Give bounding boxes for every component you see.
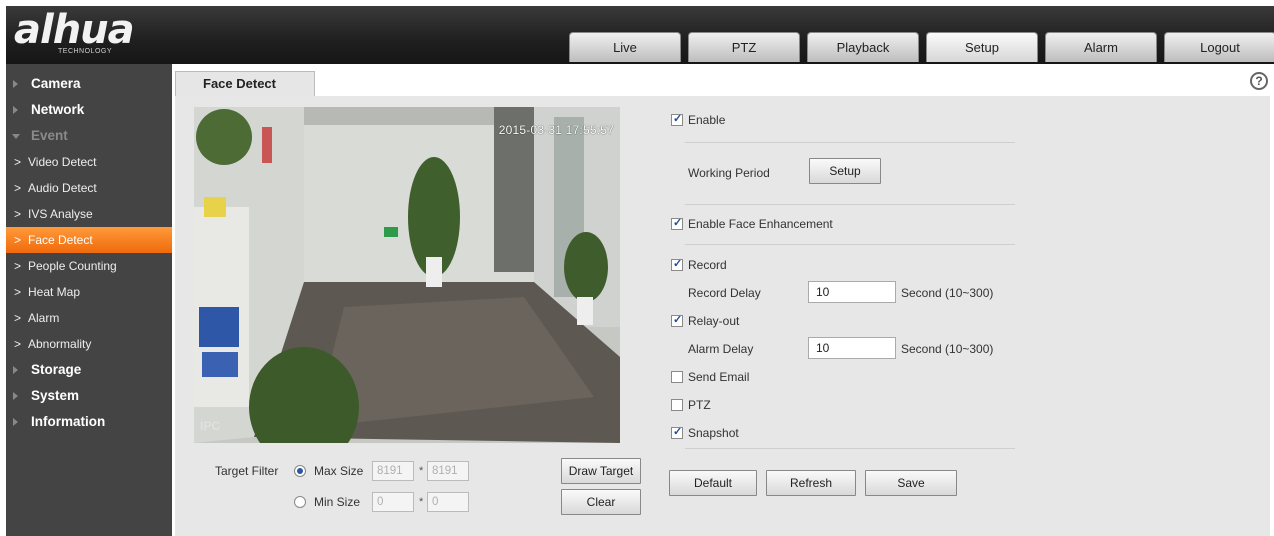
tab-alarm[interactable]: Alarm — [1045, 32, 1157, 62]
collapsed-arrow-icon — [13, 106, 18, 114]
main-panel: Face Detect ? 2015-03-31 17:55:57 IPC Ta… — [172, 64, 1274, 536]
sidebar-item-event[interactable]: Event — [6, 123, 172, 149]
chevron-right-icon: > — [14, 311, 22, 325]
top-bar: alhua TECHNOLOGY Live PTZ Playback Setup… — [6, 6, 1274, 64]
enable-label: Enable — [688, 113, 726, 127]
tab-playback[interactable]: Playback — [807, 32, 919, 62]
save-button[interactable]: Save — [865, 470, 957, 496]
min-size-label: Min Size — [314, 495, 361, 509]
record-checkbox[interactable] — [671, 257, 683, 271]
sidebar-item-label: Camera — [31, 76, 81, 91]
record-delay-label: Record Delay — [688, 286, 761, 300]
working-period-label: Working Period — [688, 166, 770, 180]
divider — [685, 204, 1015, 205]
enable-checkbox[interactable] — [671, 112, 683, 126]
collapsed-arrow-icon — [13, 80, 18, 88]
relay-out-label: Relay-out — [688, 314, 740, 328]
sidebar-subitem-abnormality[interactable]: > Abnormality — [6, 331, 172, 357]
video-timestamp: 2015-03-31 17:55:57 — [498, 123, 614, 137]
sidebar-item-information[interactable]: Information — [6, 409, 172, 435]
size-separator: * — [419, 465, 424, 477]
sidebar: Camera Network Event > Video Detect > Audi… — [6, 64, 172, 536]
max-size-radio[interactable] — [294, 465, 306, 477]
relay-out-checkbox[interactable] — [671, 313, 683, 327]
clear-button[interactable]: Clear — [561, 489, 641, 515]
sidebar-item-storage[interactable]: Storage — [6, 357, 172, 383]
send-email-label: Send Email — [688, 370, 750, 384]
chevron-right-icon: > — [14, 207, 22, 221]
draw-target-button[interactable]: Draw Target — [561, 458, 641, 484]
sidebar-subitem-video-detect[interactable]: > Video Detect — [6, 149, 172, 175]
sidebar-item-system[interactable]: System — [6, 383, 172, 409]
chevron-right-icon: > — [14, 337, 22, 351]
record-delay-range: Second (10~300) — [901, 286, 994, 300]
video-watermark: IPC — [200, 419, 221, 433]
max-size-label: Max Size — [314, 464, 364, 478]
tab-logout[interactable]: Logout — [1164, 32, 1274, 62]
working-period-setup-button[interactable]: Setup — [809, 158, 881, 184]
min-width-input[interactable]: 0 — [372, 492, 414, 512]
min-height-input[interactable]: 0 — [427, 492, 469, 512]
sidebar-item-camera[interactable]: Camera — [6, 71, 172, 97]
alarm-delay-label: Alarm Delay — [688, 342, 754, 356]
sidebar-subitem-face-detect[interactable]: > Face Detect — [6, 227, 172, 253]
snapshot-label: Snapshot — [688, 426, 739, 440]
sidebar-item-network[interactable]: Network — [6, 97, 172, 123]
sidebar-subitem-people-counting[interactable]: > People Counting — [6, 253, 172, 279]
brand-logo: alhua — [14, 7, 135, 53]
default-button[interactable]: Default — [669, 470, 757, 496]
refresh-button[interactable]: Refresh — [766, 470, 856, 496]
divider — [685, 244, 1015, 245]
video-preview[interactable]: 2015-03-31 17:55:57 IPC — [194, 107, 620, 443]
ptz-label: PTZ — [688, 398, 711, 412]
collapsed-arrow-icon — [13, 418, 18, 426]
content-area: 2015-03-31 17:55:57 IPC Target Filter Ma… — [175, 96, 1270, 536]
sidebar-item-label: Information — [31, 414, 106, 429]
main-tabs: Live PTZ Playback Setup Alarm Logout — [569, 32, 1274, 62]
chevron-right-icon: > — [14, 181, 22, 195]
collapsed-arrow-icon — [13, 366, 18, 374]
sidebar-subitem-alarm[interactable]: > Alarm — [6, 305, 172, 331]
tab-live[interactable]: Live — [569, 32, 681, 62]
max-width-input[interactable]: 8191 — [372, 461, 414, 481]
help-icon[interactable]: ? — [1250, 72, 1268, 90]
tab-ptz[interactable]: PTZ — [688, 32, 800, 62]
camera-scene-image — [194, 107, 620, 443]
face-enhancement-checkbox[interactable] — [671, 216, 683, 230]
alarm-delay-input[interactable]: 10 — [808, 337, 896, 359]
size-separator: * — [419, 496, 424, 508]
collapsed-arrow-icon — [13, 392, 18, 400]
target-filter-label: Target Filter — [215, 464, 279, 478]
snapshot-checkbox[interactable] — [671, 425, 683, 439]
sidebar-item-label: Storage — [31, 362, 82, 377]
record-delay-input[interactable]: 10 — [808, 281, 896, 303]
send-email-checkbox[interactable] — [671, 371, 683, 383]
face-enhancement-label: Enable Face Enhancement — [688, 217, 833, 231]
chevron-right-icon: > — [14, 155, 22, 169]
sidebar-item-label: Event — [31, 128, 68, 143]
sidebar-subitem-heat-map[interactable]: > Heat Map — [6, 279, 172, 305]
brand-subtitle: TECHNOLOGY — [58, 48, 113, 55]
chevron-right-icon: > — [14, 259, 22, 273]
chevron-right-icon: > — [14, 233, 22, 247]
alarm-delay-range: Second (10~300) — [901, 342, 994, 356]
max-height-input[interactable]: 8191 — [427, 461, 469, 481]
expanded-arrow-icon — [12, 134, 20, 139]
sidebar-subitem-ivs-analyse[interactable]: > IVS Analyse — [6, 201, 172, 227]
ptz-checkbox[interactable] — [671, 399, 683, 411]
divider — [685, 448, 1015, 449]
page-title: Face Detect — [175, 71, 315, 96]
record-label: Record — [688, 258, 727, 272]
divider — [685, 142, 1015, 143]
chevron-right-icon: > — [14, 285, 22, 299]
tab-setup[interactable]: Setup — [926, 32, 1038, 62]
sidebar-item-label: System — [31, 388, 80, 403]
sidebar-item-label: Network — [31, 102, 85, 117]
sidebar-subitem-audio-detect[interactable]: > Audio Detect — [6, 175, 172, 201]
min-size-radio[interactable] — [294, 496, 306, 508]
